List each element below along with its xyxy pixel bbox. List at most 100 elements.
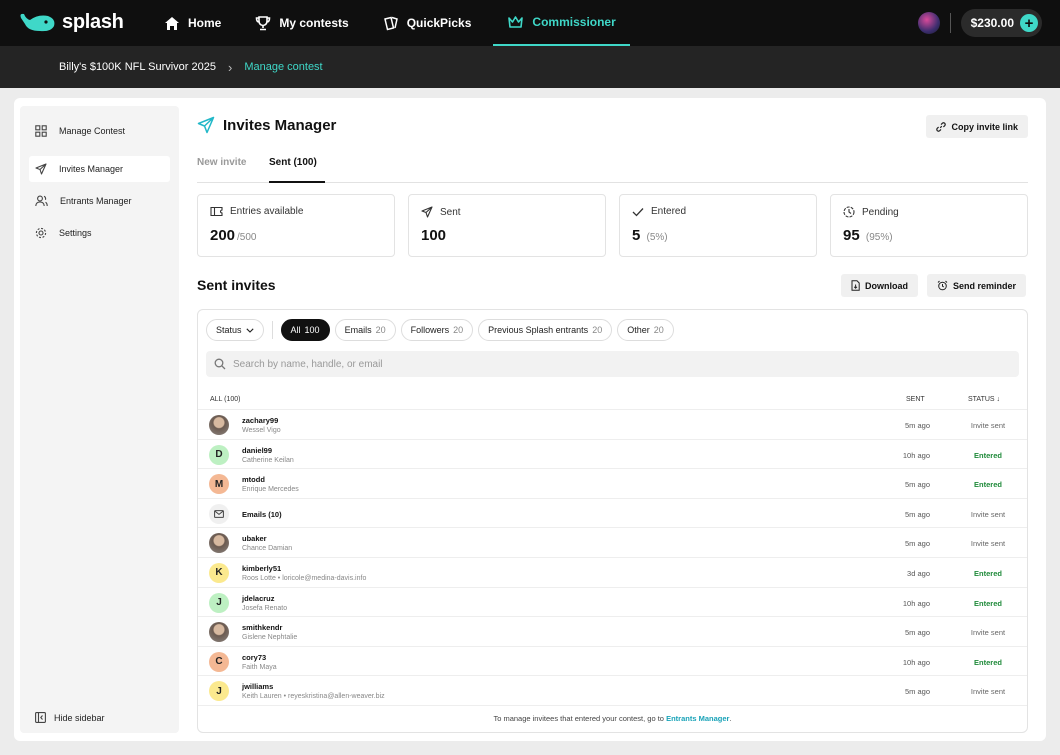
breadcrumb-current: Manage contest bbox=[244, 61, 323, 73]
invitee-handle: jdelacruz bbox=[242, 593, 275, 603]
stat-entered: Entered 5 (5%) bbox=[619, 194, 817, 257]
sent-time: 3d ago bbox=[907, 568, 930, 578]
sidebar-item-label: Entrants Manager bbox=[60, 196, 132, 206]
table-row[interactable]: zachary99 Wessel Vigo 5m ago Invite sent bbox=[198, 410, 1027, 440]
download-button[interactable]: Download bbox=[841, 274, 918, 297]
status-badge: Entered bbox=[974, 450, 1002, 460]
page-title: Invites Manager bbox=[223, 116, 337, 134]
table-row[interactable]: Jjwilliams Keith Lauren • reyeskristina@a… bbox=[198, 676, 1027, 706]
nav-commissioner[interactable]: Commissioner bbox=[493, 0, 630, 46]
sidebar-item-label: Settings bbox=[59, 228, 92, 238]
sidebar-item-manage-contest[interactable]: Manage Contest bbox=[29, 118, 170, 144]
status-badge: Entered bbox=[974, 568, 1002, 578]
stat-value: 95 bbox=[843, 227, 860, 244]
filter-chip-previous-entrants[interactable]: Previous Splash entrants 20 bbox=[478, 319, 613, 341]
search-icon bbox=[214, 358, 226, 370]
table-row[interactable]: Kkimberly51 Roos Lotte • loricole@medina-… bbox=[198, 558, 1027, 588]
splash-logo[interactable]: splash bbox=[18, 10, 124, 34]
table-row[interactable]: smithkendr Gislene Nephtalie 5m ago Invite … bbox=[198, 617, 1027, 647]
invitee-name: Wessel Vigo bbox=[242, 427, 281, 434]
add-funds-icon[interactable]: + bbox=[1020, 14, 1038, 32]
stats-row: Entries available 200/500 Sent 100 Enter… bbox=[197, 194, 1028, 257]
stat-label: Sent bbox=[440, 206, 461, 218]
nav-home-label: Home bbox=[188, 16, 222, 30]
table-row[interactable]: ubaker Chance Damian 5m ago Invite sent bbox=[198, 528, 1027, 558]
tab-sent[interactable]: Sent (100) bbox=[269, 157, 325, 183]
breadcrumb-contest[interactable]: Billy's $100K NFL Survivor 2025 bbox=[59, 61, 216, 73]
table-row[interactable]: Mmtodd Enrique Mercedes 5m ago Entered bbox=[198, 469, 1027, 499]
check-icon bbox=[632, 207, 644, 216]
sent-time: 5m ago bbox=[904, 509, 930, 519]
filter-bar: Status All 100 Emails 20 Followers 20 Previ… bbox=[206, 319, 674, 341]
filter-chip-emails[interactable]: Emails 20 bbox=[334, 319, 396, 341]
status-filter-label: Status bbox=[216, 325, 242, 335]
chip-count: 20 bbox=[375, 325, 386, 335]
send-reminder-button[interactable]: Send reminder bbox=[927, 274, 1027, 297]
tab-bar: New invite Sent (100) bbox=[197, 153, 1028, 183]
search-input[interactable] bbox=[233, 358, 993, 370]
invitee-handle: Emails (10) bbox=[242, 509, 282, 519]
whale-icon bbox=[20, 13, 55, 32]
sent-time: 5m ago bbox=[904, 421, 930, 430]
filter-chip-followers[interactable]: Followers 20 bbox=[400, 319, 474, 341]
table-row[interactable]: Ccory73 Faith Maya 10h ago Entered bbox=[198, 647, 1027, 677]
tab-new-invite[interactable]: New invite bbox=[197, 157, 246, 183]
chip-label: Followers bbox=[410, 325, 450, 335]
nav-home[interactable]: Home bbox=[152, 0, 233, 46]
send-icon bbox=[197, 116, 215, 134]
invitee-name: Chance Damian bbox=[242, 545, 293, 553]
copy-invite-link-button[interactable]: Copy invite link bbox=[926, 115, 1028, 138]
nav-divider bbox=[949, 13, 951, 33]
chip-label: Previous Splash entrants bbox=[488, 325, 589, 335]
avatar: M bbox=[209, 474, 229, 495]
nav-my-contests-label: My contests bbox=[279, 16, 349, 30]
invitee-handle: mtodd bbox=[242, 475, 265, 485]
avatar: D bbox=[209, 444, 229, 465]
status-badge: Entered bbox=[974, 657, 1002, 667]
table-row[interactable]: Ddaniel99 Catherine Keilan 10h ago Entered bbox=[198, 440, 1027, 470]
sidebar-item-settings[interactable]: Settings bbox=[29, 220, 170, 246]
sent-time: 5m ago bbox=[904, 628, 930, 638]
entrants-manager-link[interactable]: Entrants Manager bbox=[666, 714, 729, 723]
invitee-handle: zachary99 bbox=[242, 416, 279, 425]
mail-icon bbox=[209, 503, 229, 524]
avatar: K bbox=[209, 562, 229, 583]
wallet-balance[interactable]: $230.00 + bbox=[960, 9, 1042, 37]
users-icon bbox=[35, 195, 48, 207]
column-status[interactable]: STATUS ↓ bbox=[968, 396, 1000, 403]
nav-my-contests[interactable]: My contests bbox=[243, 0, 360, 46]
stat-pending: Pending 95 (95%) bbox=[830, 194, 1028, 257]
status-filter-dropdown[interactable]: Status bbox=[206, 319, 264, 341]
filter-chip-all[interactable]: All 100 bbox=[280, 319, 330, 341]
invitee-handle: smithkendr bbox=[242, 623, 283, 633]
hide-sidebar-button[interactable]: Hide sidebar bbox=[35, 712, 105, 723]
avatar bbox=[209, 415, 229, 435]
user-avatar[interactable] bbox=[917, 12, 940, 34]
stat-label: Entries available bbox=[230, 206, 304, 217]
invites-table-body: zachary99 Wessel Vigo 5m ago Invite sent Dda… bbox=[198, 410, 1027, 706]
column-sent[interactable]: SENT bbox=[906, 396, 925, 403]
avatar: J bbox=[209, 592, 229, 613]
invitee-handle: ubaker bbox=[242, 534, 267, 544]
sidebar-item-label: Invites Manager bbox=[59, 164, 124, 174]
table-header: ALL (100) SENT STATUS ↓ bbox=[198, 390, 1027, 410]
invites-list: Status All 100 Emails 20 Followers 20 Previ… bbox=[197, 309, 1028, 733]
link-icon bbox=[936, 121, 947, 132]
balance-amount: $230.00 bbox=[970, 16, 1014, 30]
invitee-name: Gislene Nephtalie bbox=[242, 634, 298, 642]
nav-quickpicks-label: QuickPicks bbox=[406, 16, 472, 30]
sent-time: 5m ago bbox=[904, 539, 930, 549]
main-card: Manage Contest Invites Manager Entrants … bbox=[14, 98, 1046, 741]
table-row[interactable]: Emails (10) 5m ago Invite sent bbox=[198, 499, 1027, 529]
sent-time: 10h ago bbox=[902, 657, 930, 667]
status-badge: Invite sent bbox=[970, 628, 1006, 638]
send-icon bbox=[35, 163, 47, 175]
filter-chip-other[interactable]: Other 20 bbox=[617, 319, 674, 341]
chip-label: Emails bbox=[344, 325, 372, 335]
table-row[interactable]: Jjdelacruz Josefa Renato 10h ago Entered bbox=[198, 588, 1027, 618]
sidebar-item-entrants-manager[interactable]: Entrants Manager bbox=[29, 188, 170, 214]
stat-sent: Sent 100 bbox=[408, 194, 606, 257]
sidebar-item-invites-manager[interactable]: Invites Manager bbox=[29, 156, 170, 182]
nav-quickpicks[interactable]: QuickPicks bbox=[371, 0, 484, 46]
chip-count: 20 bbox=[453, 325, 464, 335]
